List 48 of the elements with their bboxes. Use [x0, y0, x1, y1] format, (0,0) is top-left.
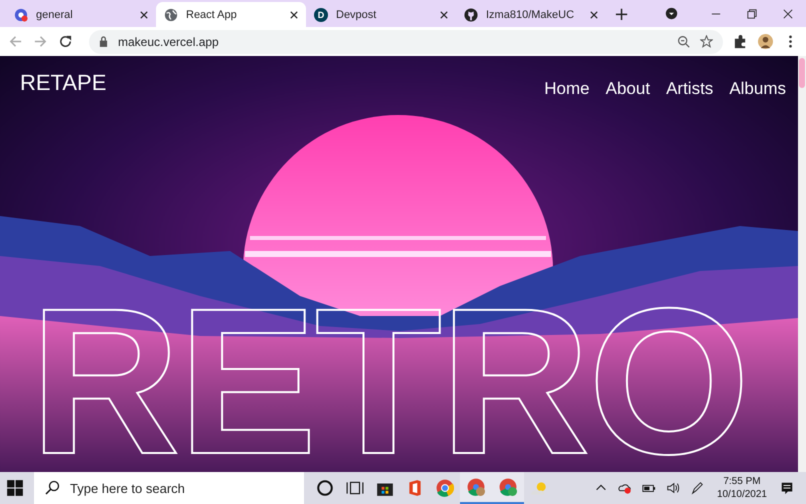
new-tab-button[interactable]: + [606, 2, 638, 27]
avatar-icon[interactable] [758, 34, 773, 49]
close-icon[interactable] [440, 10, 448, 18]
cortana-circle-icon[interactable] [316, 479, 334, 497]
tab-title: Izma810/MakeUC [486, 8, 576, 20]
close-icon[interactable] [290, 10, 298, 18]
close-icon[interactable] [783, 9, 793, 19]
notification-icon[interactable] [780, 481, 794, 495]
nav-link[interactable]: Home [544, 79, 590, 99]
star-icon[interactable] [700, 35, 713, 48]
clock-date[interactable]: 10/10/2021 [716, 488, 767, 501]
restore-icon[interactable] [747, 9, 757, 19]
puzzle-icon[interactable] [733, 34, 748, 49]
app-icon [14, 8, 28, 22]
search-icon [44, 480, 60, 496]
nav-link[interactable]: Artists [666, 79, 714, 99]
url-text: makeuc.vercel.app [118, 34, 220, 48]
hero-title: RETRO [30, 278, 749, 472]
reload-icon[interactable] [58, 34, 73, 49]
tab-title: Devpost [336, 8, 378, 20]
nav-link[interactable]: Albums [729, 79, 786, 99]
globe-icon [164, 8, 178, 22]
browser-tab[interactable]: D Devpost [306, 2, 456, 27]
close-icon[interactable] [140, 10, 148, 18]
chrome-icon[interactable] [436, 479, 454, 497]
tab-title: React App [186, 8, 238, 20]
browser-tab[interactable]: Izma810/MakeUC [456, 2, 606, 27]
tab-title: general [36, 8, 74, 20]
zoom-out-icon[interactable] [677, 35, 690, 48]
tab-search-icon[interactable] [665, 7, 678, 20]
task-view-icon[interactable] [346, 479, 364, 497]
speaker-icon[interactable] [666, 481, 680, 495]
browser-tab[interactable]: general [6, 2, 156, 27]
taskbar-search-field[interactable]: Type here to search [34, 472, 304, 504]
lock-icon [99, 36, 108, 47]
scrollbar-thumb[interactable] [799, 58, 805, 88]
pen-icon[interactable] [690, 481, 704, 495]
devpost-logo-icon: D [314, 8, 328, 22]
chrome-profile-icon[interactable] [499, 478, 517, 496]
nav-link[interactable]: About [606, 79, 650, 99]
browser-tab[interactable]: React App [156, 2, 306, 27]
close-icon[interactable] [590, 10, 598, 18]
clock-time[interactable]: 7:55 PM [723, 475, 761, 488]
octocat-icon [464, 8, 478, 22]
address-bar[interactable]: makeuc.vercel.app [89, 30, 723, 54]
site-logo[interactable]: RETAPE [20, 70, 106, 96]
chrome-profile-icon[interactable] [467, 478, 485, 496]
windows-start-icon[interactable] [6, 479, 24, 497]
